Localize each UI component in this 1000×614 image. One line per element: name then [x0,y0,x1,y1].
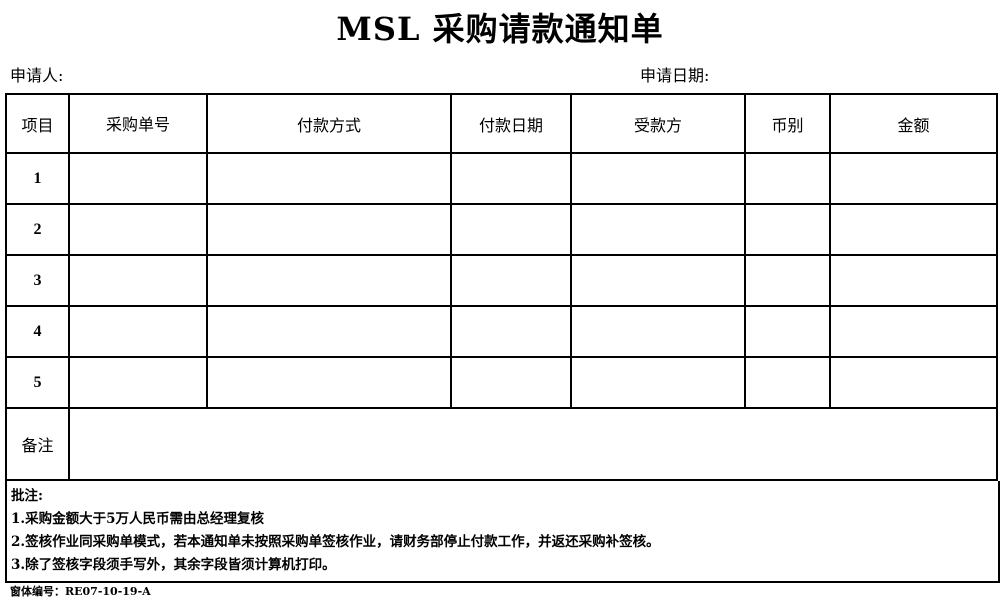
header-item: 项目 [5,93,70,154]
payee-cell[interactable] [570,152,746,205]
table-row: 2 [5,203,998,256]
amount-cell[interactable] [829,305,998,358]
po-number-cell[interactable] [68,356,208,409]
currency-cell[interactable] [744,152,831,205]
table-row: 3 [5,254,998,307]
header-amount: 金额 [829,93,998,154]
form-number: 窗体编号：RE07-10-19-A [10,585,151,598]
currency-cell[interactable] [744,203,831,256]
payment-date-cell[interactable] [450,305,572,358]
payment-date-cell[interactable] [450,356,572,409]
form-title: MSL 采购请款通知单 [336,10,664,48]
header-row: 项目 采购单号 付款方式 付款日期 受款方 币别 金额 [5,93,998,154]
note-item: 1.采购金额大于5万人民币需由总经理复核 [11,511,264,527]
row-number: 5 [5,356,70,409]
amount-cell[interactable] [829,254,998,307]
remark-label: 备注 [5,407,70,481]
currency-cell[interactable] [744,356,831,409]
payee-cell[interactable] [570,305,746,358]
table-row: 1 [5,152,998,205]
payment-method-cell[interactable] [206,254,452,307]
payment-date-cell[interactable] [450,203,572,256]
payee-cell[interactable] [570,356,746,409]
po-number-cell[interactable] [68,254,208,307]
row-number: 1 [5,152,70,205]
payment-method-cell[interactable] [206,356,452,409]
payment-date-cell[interactable] [450,254,572,307]
payment-request-table: 项目 采购单号 付款方式 付款日期 受款方 币别 金额 1 2 3 4 5 备注 [5,93,998,481]
row-number: 4 [5,305,70,358]
table-row: 4 [5,305,998,358]
payment-date-cell[interactable] [450,152,572,205]
amount-cell[interactable] [829,152,998,205]
payee-cell[interactable] [570,254,746,307]
amount-cell[interactable] [829,356,998,409]
row-number: 3 [5,254,70,307]
note-item: 2.签核作业同采购单模式，若本通知单未按照采购单签核作业，请财务部停止付款工作，… [11,534,660,550]
po-number-cell[interactable] [68,203,208,256]
payee-cell[interactable] [570,203,746,256]
header-payment-date: 付款日期 [450,93,572,154]
currency-cell[interactable] [744,254,831,307]
notes-heading: 批注: [11,488,43,504]
header-payment-method: 付款方式 [206,93,452,154]
po-number-cell[interactable] [68,152,208,205]
notes-section: 批注: 1.采购金额大于5万人民币需由总经理复核 2.签核作业同采购单模式，若本… [5,481,1000,583]
header-payee: 受款方 [570,93,746,154]
currency-cell[interactable] [744,305,831,358]
header-currency: 币别 [744,93,831,154]
apply-date-label: 申请日期: [640,66,710,85]
po-number-cell[interactable] [68,305,208,358]
header-po-number: 采购单号 [68,93,208,154]
remark-cell[interactable] [68,407,998,481]
payment-method-cell[interactable] [206,152,452,205]
table-row: 5 [5,356,998,409]
payment-method-cell[interactable] [206,203,452,256]
remark-row: 备注 [5,407,998,481]
row-number: 2 [5,203,70,256]
note-item: 3.除了签核字段须手写外，其余字段皆须计算机打印。 [11,557,336,573]
payment-method-cell[interactable] [206,305,452,358]
amount-cell[interactable] [829,203,998,256]
applicant-label: 申请人: [10,66,64,85]
